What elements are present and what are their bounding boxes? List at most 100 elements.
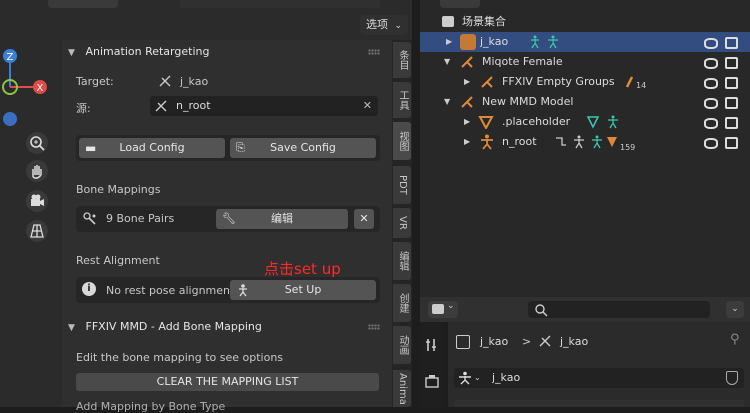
chevron-down-icon: ▼ xyxy=(68,48,75,58)
target-value: j_kao xyxy=(180,75,209,88)
camera-icon[interactable] xyxy=(725,97,738,109)
rest-alignment-label: Rest Alignment xyxy=(76,254,160,267)
save-config-button[interactable]: ⎘ Save Config xyxy=(230,138,376,158)
armature-icon xyxy=(461,96,473,108)
drag-grip-icon[interactable] xyxy=(368,49,380,55)
tab-item[interactable]: 条目 xyxy=(393,42,411,78)
pin-icon[interactable]: ⚲ xyxy=(730,332,740,347)
eye-icon[interactable] xyxy=(704,58,718,69)
set-up-label: Set Up xyxy=(284,283,322,296)
area-divider[interactable] xyxy=(412,0,420,407)
scene-collection-row[interactable]: 场景集合 xyxy=(420,12,750,32)
options-chevron-button[interactable]: ⌄ xyxy=(726,301,744,318)
animation-retargeting-header[interactable]: ▼ Animation Retargeting xyxy=(68,42,386,62)
render-icon[interactable] xyxy=(425,374,439,388)
armature-icon xyxy=(481,76,493,88)
search-icon xyxy=(535,304,548,317)
armature-object-icon xyxy=(460,34,476,50)
next-panel-header xyxy=(454,400,744,407)
eye-icon[interactable] xyxy=(704,138,718,149)
chevron-right-icon[interactable]: ▶ xyxy=(446,32,452,52)
camera-icon[interactable] xyxy=(725,57,738,69)
row-name: .placeholder xyxy=(502,115,571,128)
breadcrumb-separator: > xyxy=(522,335,532,348)
collection-name: 场景集合 xyxy=(462,15,506,28)
source-value: n_root xyxy=(176,99,211,112)
tab-tool[interactable]: 工具 xyxy=(393,82,411,118)
svg-text:Z: Z xyxy=(7,52,14,63)
object-name-field[interactable]: ⌄ j_kao xyxy=(454,368,744,388)
options-label: 选项 xyxy=(365,18,388,31)
chevron-down-icon[interactable]: ⌄ xyxy=(474,368,481,388)
edit-mapping-button[interactable]: 🔧︎ 编辑 xyxy=(216,209,348,229)
bone-mappings-label: Bone Mappings xyxy=(76,183,161,196)
data-icons xyxy=(556,135,617,149)
zoom-icon[interactable] xyxy=(26,132,48,154)
camera-icon[interactable] xyxy=(725,137,738,149)
edit-label: 编辑 xyxy=(271,212,293,225)
armature-object-icon xyxy=(459,371,471,385)
neg-z-axis-icon[interactable] xyxy=(3,112,17,126)
properties-search-input[interactable] xyxy=(528,301,710,318)
shading-buttons[interactable] xyxy=(48,0,118,8)
camera-view-icon[interactable] xyxy=(26,190,48,212)
tab-edit[interactable]: 编辑 xyxy=(393,242,411,280)
load-config-label: Load Config xyxy=(119,141,185,154)
editor-type-dropdown[interactable]: ⌄ xyxy=(428,301,458,318)
close-icon: ✕ xyxy=(359,212,369,225)
section-title: FFXIV MMD - Add Bone Mapping xyxy=(85,320,262,333)
options-bar: 选项 ⌄ xyxy=(62,10,412,40)
info-icon: i xyxy=(82,282,96,296)
tab-animation[interactable]: 动画 xyxy=(393,326,411,364)
chevron-right-icon[interactable]: ▶ xyxy=(464,112,470,132)
outliner-row[interactable]: ▶ j_kao xyxy=(420,32,750,52)
row-name: New MMD Model xyxy=(482,95,574,108)
outliner-row[interactable]: ▼ Miqote Female xyxy=(420,52,750,72)
eye-icon[interactable] xyxy=(704,78,718,89)
camera-icon[interactable] xyxy=(725,117,738,129)
object-icon xyxy=(456,335,470,349)
chevron-down-icon[interactable]: ▼ xyxy=(444,52,450,72)
outliner-row[interactable]: ▼ New MMD Model xyxy=(420,92,750,112)
perspective-grid-icon[interactable] xyxy=(26,220,48,242)
navigation-gizmo[interactable]: Z X xyxy=(0,44,60,128)
chevron-right-icon[interactable]: ▶ xyxy=(464,132,470,152)
collection-icon xyxy=(442,16,454,27)
eye-icon[interactable] xyxy=(704,98,718,109)
load-config-button[interactable]: ▬ Load Config xyxy=(79,138,225,158)
viewport-header xyxy=(0,0,420,10)
clear-mapping-button[interactable]: CLEAR THE MAPPING LIST xyxy=(76,373,379,391)
chevron-down-icon[interactable]: ▼ xyxy=(444,92,450,112)
remove-mapping-button[interactable]: ✕ xyxy=(354,209,374,229)
mesh-icon xyxy=(478,116,494,129)
tool-settings-icon[interactable] xyxy=(425,338,439,352)
outliner-row[interactable]: ▶ n_root 159 xyxy=(420,132,750,152)
tab-pdt[interactable]: PDT xyxy=(393,166,411,204)
armature-object-icon xyxy=(481,134,493,150)
tab-anima[interactable]: Anima xyxy=(393,370,411,407)
source-field[interactable]: n_root ✕ xyxy=(150,96,378,116)
camera-icon[interactable] xyxy=(725,77,738,89)
properties-content: j_kao > j_kao ⚲ ⌄ j_kao xyxy=(448,322,750,407)
object-name-value: j_kao xyxy=(492,371,521,384)
outliner-row[interactable]: ▶ FFXIV Empty Groups 14 xyxy=(420,72,750,92)
outliner-row[interactable]: ▶ .placeholder xyxy=(420,112,750,132)
3d-viewport[interactable]: Z X xyxy=(0,0,62,407)
eye-icon[interactable] xyxy=(704,118,718,129)
tab-view[interactable]: 视图 xyxy=(393,122,411,160)
set-up-button[interactable]: Set Up xyxy=(230,280,376,300)
tab-vr[interactable]: VR xyxy=(393,208,411,238)
bone-mapping-header[interactable]: ▼ FFXIV MMD - Add Bone Mapping xyxy=(68,317,386,337)
drag-grip-icon[interactable] xyxy=(368,324,380,330)
chevron-down-icon: ▼ xyxy=(68,323,75,333)
pan-hand-icon[interactable] xyxy=(26,160,48,182)
tab-create[interactable]: 创建 xyxy=(393,284,411,322)
properties-tabs xyxy=(420,322,444,407)
options-dropdown[interactable]: 选项 ⌄ xyxy=(359,15,408,35)
fake-user-shield-icon[interactable] xyxy=(726,371,738,385)
chevron-right-icon[interactable]: ▶ xyxy=(464,72,470,92)
camera-icon[interactable] xyxy=(725,37,738,49)
eye-icon[interactable] xyxy=(704,38,718,49)
clear-icon[interactable]: ✕ xyxy=(363,96,372,116)
outliner-toolbar[interactable] xyxy=(440,0,480,8)
